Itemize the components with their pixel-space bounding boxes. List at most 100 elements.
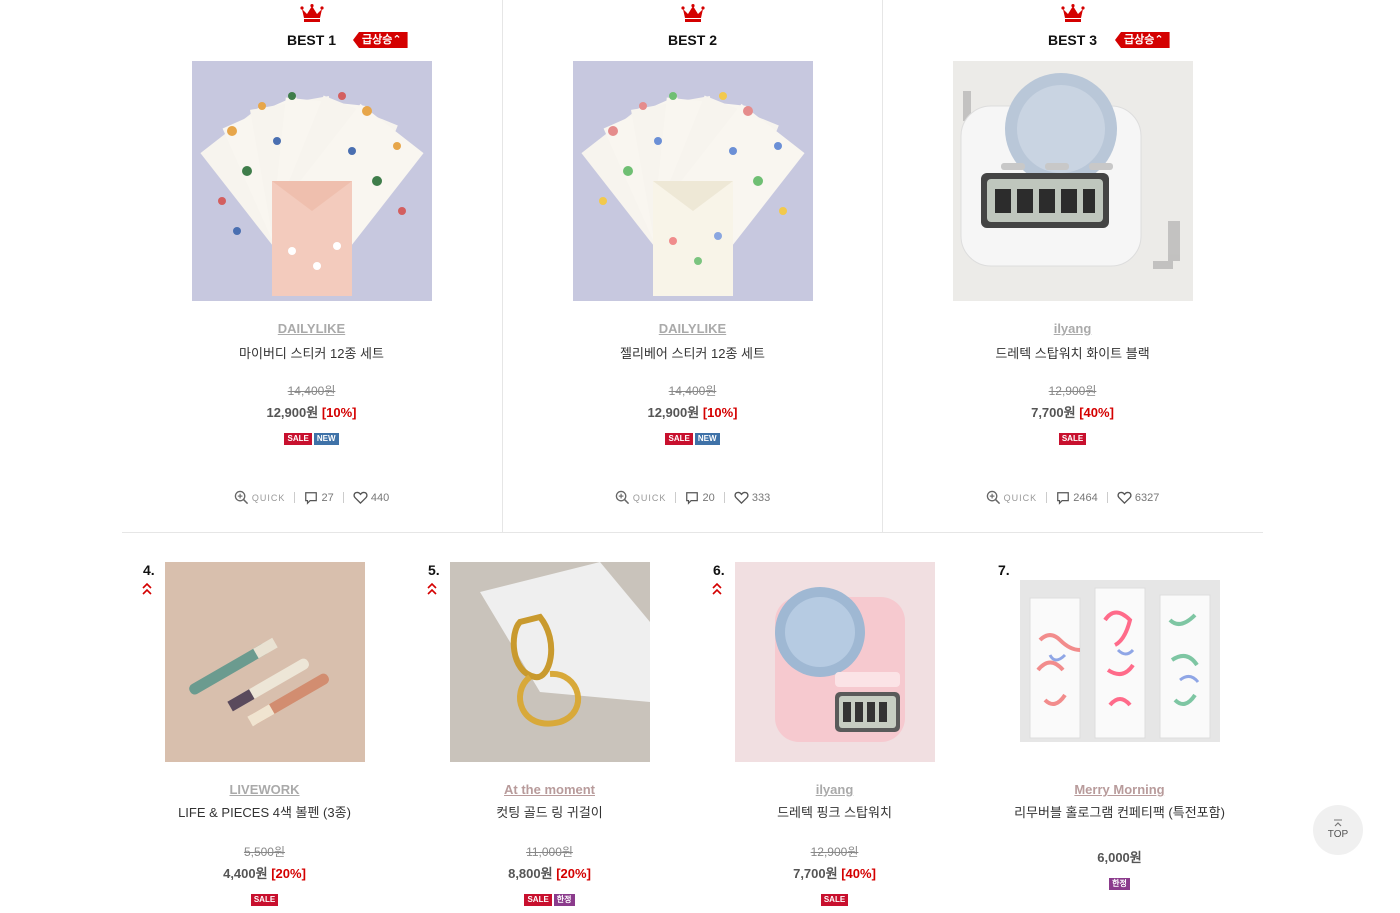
like-button[interactable]: 440 [353,490,389,505]
product-name[interactable]: 드레텍 핑크 스탑워치 [692,804,977,822]
rank-number: 6. [713,562,725,578]
divider [1106,492,1108,503]
ranked-product-card-6: 6. ilyang 드레텍 핑크 스탑워치 12,900원 7,700원 [40… [692,562,977,913]
product-image[interactable] [450,562,650,762]
best-rank-label: BEST 2 [667,32,717,48]
sale-price: 12,900원 [10%] [647,405,738,420]
zoom-in-icon [234,490,249,505]
heart-icon [734,490,749,505]
limited-badge: 한정 [1109,878,1130,890]
divider [294,492,296,503]
zoom-in-icon [986,490,1001,505]
product-tags: 한정 [977,878,1262,890]
limited-badge: 한정 [553,894,575,906]
comment-icon [1056,491,1070,505]
surge-badge: 급상승⌃ [1115,32,1170,48]
sale-badge: SALE [665,433,693,445]
comments-button[interactable]: 20 [685,491,715,505]
top-button-label: TOP [1327,829,1349,840]
best-product-card-2: BEST 2 DAILYLIKE 젤리베어 스티커 12종 세트 14,400원… [502,0,882,532]
product-image[interactable] [735,562,935,762]
zoom-in-icon [615,490,630,505]
crown-icon [681,4,705,22]
product-actions: QUICK 2464 6327 [883,490,1262,505]
comments-button[interactable]: 27 [304,491,334,505]
quick-view-button[interactable]: QUICK [615,490,667,505]
product-brand[interactable]: At the moment [407,782,692,797]
divider [342,492,344,503]
product-brand[interactable]: Merry Morning [977,782,1262,797]
ranked-product-card-4: 4. LIVEWORK LIFE & PIECES 4색 볼펜 (3종) 5,5… [122,562,407,913]
heart-icon [1117,490,1132,505]
product-brand[interactable]: DAILYLIKE [122,321,501,336]
product-brand[interactable]: ilyang [692,782,977,797]
ranked-product-card-7: 7. Merry Morning 리무버블 홀로그램 컨페티팩 (특전포함) 6… [977,562,1262,913]
comments-button[interactable]: 2464 [1056,491,1098,505]
sale-price: 8,800원 [20%] [508,866,591,881]
sale-price: 7,700원 [40%] [793,866,876,881]
ranked-product-card-5: 5. At the moment 컷팅 골드 링 귀걸이 11,000원 8,8… [407,562,692,913]
product-image[interactable] [1020,580,1220,742]
product-image[interactable] [573,61,813,301]
scroll-to-top-button[interactable]: TOP [1313,805,1363,855]
original-price: 5,500원 [243,845,286,859]
like-button[interactable]: 333 [734,490,770,505]
crown-icon [1061,4,1085,22]
product-brand[interactable]: DAILYLIKE [503,321,882,336]
quick-view-button[interactable]: QUICK [986,490,1038,505]
product-name[interactable]: 컷팅 골드 링 귀걸이 [407,804,692,822]
original-price: 12,900원 [810,845,859,859]
original-price: 12,900원 [1048,384,1097,398]
product-tags: SALE NEW [503,433,882,445]
product-image[interactable] [192,61,432,301]
rank-up-icon [427,582,437,596]
rank-number: 7. [998,562,1010,578]
divider [723,492,725,503]
product-brand[interactable]: LIVEWORK [122,782,407,797]
sale-badge: SALE [524,894,552,906]
quick-view-button[interactable]: QUICK [234,490,286,505]
product-name[interactable]: 드레텍 스탑워치 화이트 블랙 [883,343,1262,362]
product-actions: QUICK 27 440 [122,490,501,505]
best-product-card-1: BEST 1 급상승⌃ DAILYLIKE 마이버디 스티커 12종 세트 14… [122,0,501,532]
sale-badge: SALE [284,433,312,445]
original-price: 14,400원 [668,384,717,398]
product-tags: SALE [692,894,977,906]
rank-number: 4. [143,562,155,578]
new-badge: NEW [313,433,339,445]
product-name[interactable]: 젤리베어 스티커 12종 세트 [503,343,882,362]
divider [675,492,677,503]
rank-number: 5. [428,562,440,578]
best-product-card-3: BEST 3 급상승⌃ ilyang 드레텍 스탑워치 화이트 블랙 12,90… [882,0,1262,532]
product-brand[interactable]: ilyang [883,321,1262,336]
surge-badge: 급상승⌃ [353,32,408,48]
crown-icon [300,4,324,22]
chevron-up-icon [1334,819,1342,827]
original-price: 11,000원 [526,845,573,859]
product-tags: SALE [122,894,407,906]
sale-price: 4,400원 [20%] [223,866,306,881]
product-tags: SALE NEW [122,433,501,445]
product-tags: SALE 한정 [407,894,692,906]
sale-price: 7,700원 [40%] [1031,405,1114,420]
sale-badge: SALE [250,894,279,906]
best-products-section: BEST 1 급상승⌃ DAILYLIKE 마이버디 스티커 12종 세트 14… [122,0,1263,533]
like-button[interactable]: 6327 [1117,490,1159,505]
best-rank-label: BEST 3 [1047,32,1097,48]
product-image[interactable] [165,562,365,762]
sale-badge: SALE [1058,433,1087,445]
comment-icon [304,491,318,505]
product-name[interactable]: 리무버블 홀로그램 컨페티팩 (특전포함) [977,804,1262,822]
product-image[interactable] [953,61,1193,301]
product-name[interactable]: LIFE & PIECES 4색 볼펜 (3종) [122,804,407,822]
product-tags: SALE [883,433,1262,445]
sale-badge: SALE [820,894,849,906]
divider [1046,492,1048,503]
rank-up-icon [142,582,152,596]
heart-icon [353,490,368,505]
comment-icon [685,491,699,505]
sale-price: 12,900원 [10%] [266,405,357,420]
rank-up-icon [712,582,722,596]
product-name[interactable]: 마이버디 스티커 12종 세트 [122,343,501,362]
sale-price: 6,000원 [1097,850,1142,865]
